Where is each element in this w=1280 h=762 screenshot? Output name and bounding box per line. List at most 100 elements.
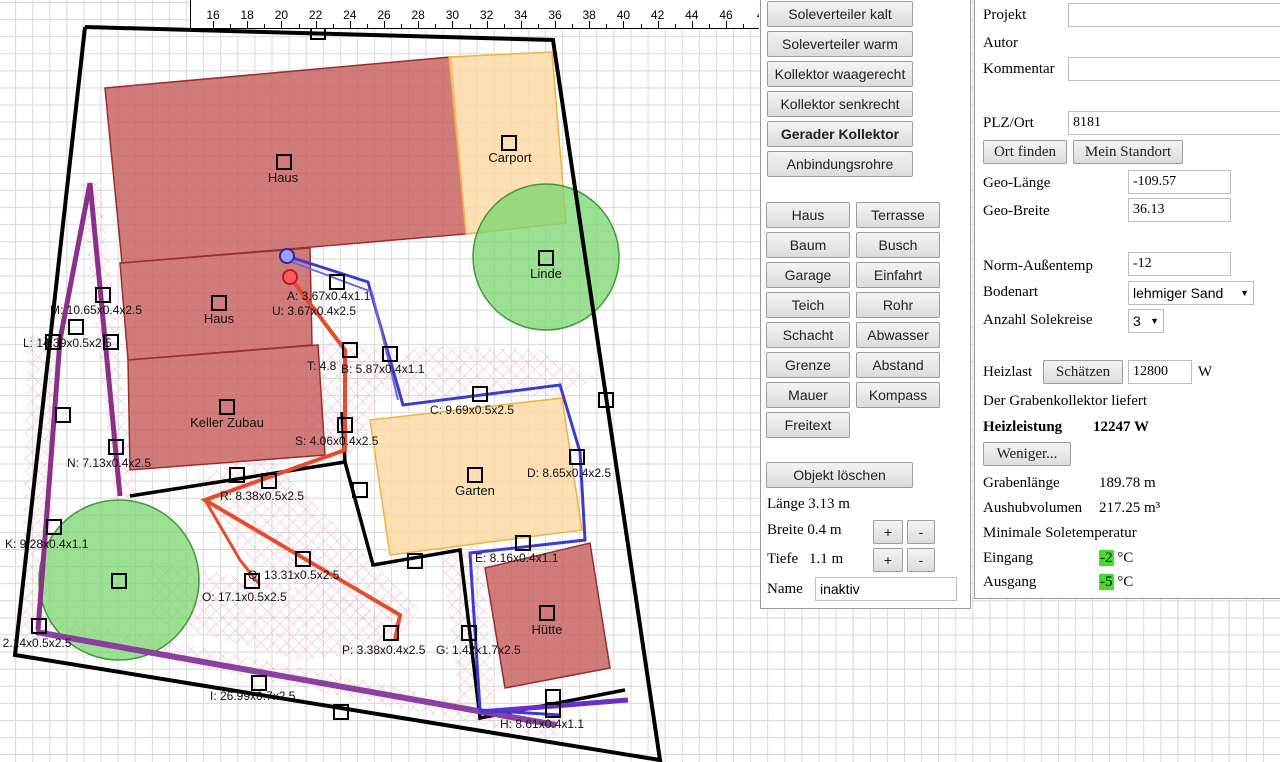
- bodenart-value: lehmiger Sand: [1133, 285, 1224, 301]
- projekt-input[interactable]: [1068, 3, 1280, 27]
- plz-input[interactable]: 8181: [1068, 111, 1280, 135]
- area-label: Hütte: [531, 622, 562, 637]
- solekreise-label: Anzahl Solekreise: [983, 312, 1093, 328]
- mauer-button[interactable]: Mauer: [766, 382, 850, 408]
- plz-label: PLZ/Ort: [983, 115, 1034, 131]
- area-keller-zubau[interactable]: [127, 344, 326, 471]
- pipe-label: T: 4.8: [307, 359, 337, 373]
- abstand-button[interactable]: Abstand: [856, 352, 940, 378]
- ausgang-unit: °C: [1117, 574, 1134, 590]
- freitext-button[interactable]: Freitext: [766, 412, 850, 438]
- ruler-tick: [640, 24, 642, 28]
- ruler-tick: [520, 21, 522, 28]
- garage-button[interactable]: Garage: [766, 262, 850, 288]
- haus-button[interactable]: Haus: [766, 202, 850, 228]
- pipe-label: S: 4.06x0.4x2.5: [295, 434, 379, 448]
- ruler-tick: [606, 24, 608, 28]
- kompass-button[interactable]: Kompass: [856, 382, 940, 408]
- einfahrt-button[interactable]: Einfahrt: [856, 262, 940, 288]
- ruler-tick-label: 22: [308, 8, 323, 22]
- bodenart-select[interactable]: lehmiger Sand ▼: [1128, 281, 1254, 305]
- grenze-button[interactable]: Grenze: [766, 352, 850, 378]
- kollektor-senkrecht-button[interactable]: Kollektor senkrecht: [767, 91, 913, 117]
- pipe-label: G: 1.42x1.7x2.5: [436, 643, 521, 657]
- ruler-tick: [384, 21, 385, 28]
- ruler-tick: [264, 24, 266, 28]
- width-minus-button[interactable]: -: [907, 520, 935, 544]
- width-plus-button[interactable]: +: [873, 520, 903, 544]
- teich-button[interactable]: Teich: [766, 292, 850, 318]
- objekt-loeschen-button[interactable]: Objekt löschen: [766, 462, 913, 488]
- norm-aussentemp-input[interactable]: -12: [1128, 252, 1231, 276]
- rohr-button[interactable]: Rohr: [856, 292, 940, 318]
- ausgang-temp: -5 °C: [1099, 574, 1133, 591]
- depth-value: 1.1 m: [809, 551, 844, 567]
- depth-plus-button[interactable]: +: [873, 548, 903, 572]
- gerader-kollektor-button[interactable]: Gerader Kollektor: [767, 121, 913, 147]
- projekt-label: Projekt: [983, 7, 1027, 23]
- area-haus-main[interactable]: [104, 56, 467, 264]
- name-input[interactable]: inaktiv: [815, 577, 957, 601]
- depth-minus-button[interactable]: -: [907, 548, 935, 572]
- properties-panel: Projekt Autor Kommentar PLZ/Ort 8181 Ort…: [974, 0, 1280, 599]
- pipe-label: I: 26.99x0.7x2.5: [210, 689, 296, 703]
- area-label: Carport: [488, 150, 532, 165]
- heizlast-label: Heizlast: [983, 364, 1033, 380]
- pipe-label: A: 3.67x0.4x1.1: [287, 289, 371, 303]
- ruler-tick: [332, 24, 334, 28]
- schaetzen-button[interactable]: Schätzen: [1043, 360, 1123, 384]
- length-readout: Länge 3.13 m: [767, 496, 850, 512]
- name-label: Name: [767, 581, 803, 597]
- ruler-tick-label: 40: [616, 8, 631, 22]
- kollektor-waagerecht-button[interactable]: Kollektor waagerecht: [767, 61, 913, 87]
- terrasse-button[interactable]: Terrasse: [856, 202, 940, 228]
- ruler-tick: [281, 21, 283, 28]
- eingang-label: Eingang: [983, 550, 1033, 566]
- area-linde-tree[interactable]: [472, 183, 620, 331]
- pipe-label: H: 8.61x0.4x1.1: [500, 717, 584, 731]
- schacht-button[interactable]: Schacht: [766, 322, 850, 348]
- abwasser-button[interactable]: Abwasser: [856, 322, 940, 348]
- ruler-tick: [486, 21, 488, 28]
- pipe-label: U: 3.67x0.4x2.5: [272, 304, 356, 318]
- ruler-tick-label: 46: [719, 8, 733, 22]
- soleverteiler-kalt-button[interactable]: Soleverteiler kalt: [767, 1, 913, 27]
- heizlast-input[interactable]: 12800: [1128, 360, 1192, 384]
- ruler-tick: [589, 21, 591, 28]
- pipe-label: O: 17.1x0.5x2.5: [202, 590, 287, 604]
- mein-standort-button[interactable]: Mein Standort: [1073, 140, 1183, 164]
- busch-button[interactable]: Busch: [856, 232, 940, 258]
- ruler-tick: [315, 21, 317, 28]
- anbindungsrohre-button[interactable]: Anbindungsrohre: [767, 151, 913, 177]
- weniger-button[interactable]: Weniger...: [983, 442, 1071, 466]
- ruler-tick-label: 30: [445, 8, 460, 22]
- area-label: Keller Zubau: [190, 415, 264, 430]
- distributor-cold-icon[interactable]: [282, 269, 298, 285]
- ruler-tick: [623, 21, 625, 28]
- chevron-down-icon: ▼: [1150, 316, 1159, 326]
- geo-breite-input[interactable]: 36.13: [1128, 198, 1231, 222]
- area-label: Haus: [204, 311, 235, 326]
- pipe-label: E: 8.16x0.4x1.1: [475, 551, 559, 565]
- grabenlaenge-label: Grabenlänge: [983, 475, 1060, 491]
- pipe-label: C: 9.69x0.5x2.5: [430, 403, 514, 417]
- ruler-tick: [298, 24, 300, 28]
- pipe-label: R: 8.38x0.5x2.5: [220, 489, 304, 503]
- baum-button[interactable]: Baum: [766, 232, 850, 258]
- ruler-tick: [572, 24, 574, 28]
- ruler-tick: [503, 24, 505, 28]
- ort-finden-button[interactable]: Ort finden: [983, 140, 1067, 164]
- ruler-tick: [213, 21, 214, 28]
- ruler-tick: [230, 24, 232, 28]
- soleverteiler-warm-button[interactable]: Soleverteiler warm: [767, 31, 913, 57]
- geo-breite-label: Geo-Breite: [983, 203, 1050, 219]
- solekreise-select[interactable]: 3 ▼: [1128, 309, 1164, 333]
- ruler-tick: [708, 24, 710, 28]
- ruler-tick: [555, 21, 556, 28]
- solekreise-value: 3: [1133, 313, 1141, 329]
- width-readout: Breite 0.4 m: [767, 522, 842, 538]
- distributor-warm-icon[interactable]: [279, 248, 295, 264]
- geo-laenge-input[interactable]: -109.57: [1128, 170, 1231, 194]
- ruler-tick-label: 18: [240, 8, 254, 22]
- kommentar-input[interactable]: [1068, 57, 1280, 81]
